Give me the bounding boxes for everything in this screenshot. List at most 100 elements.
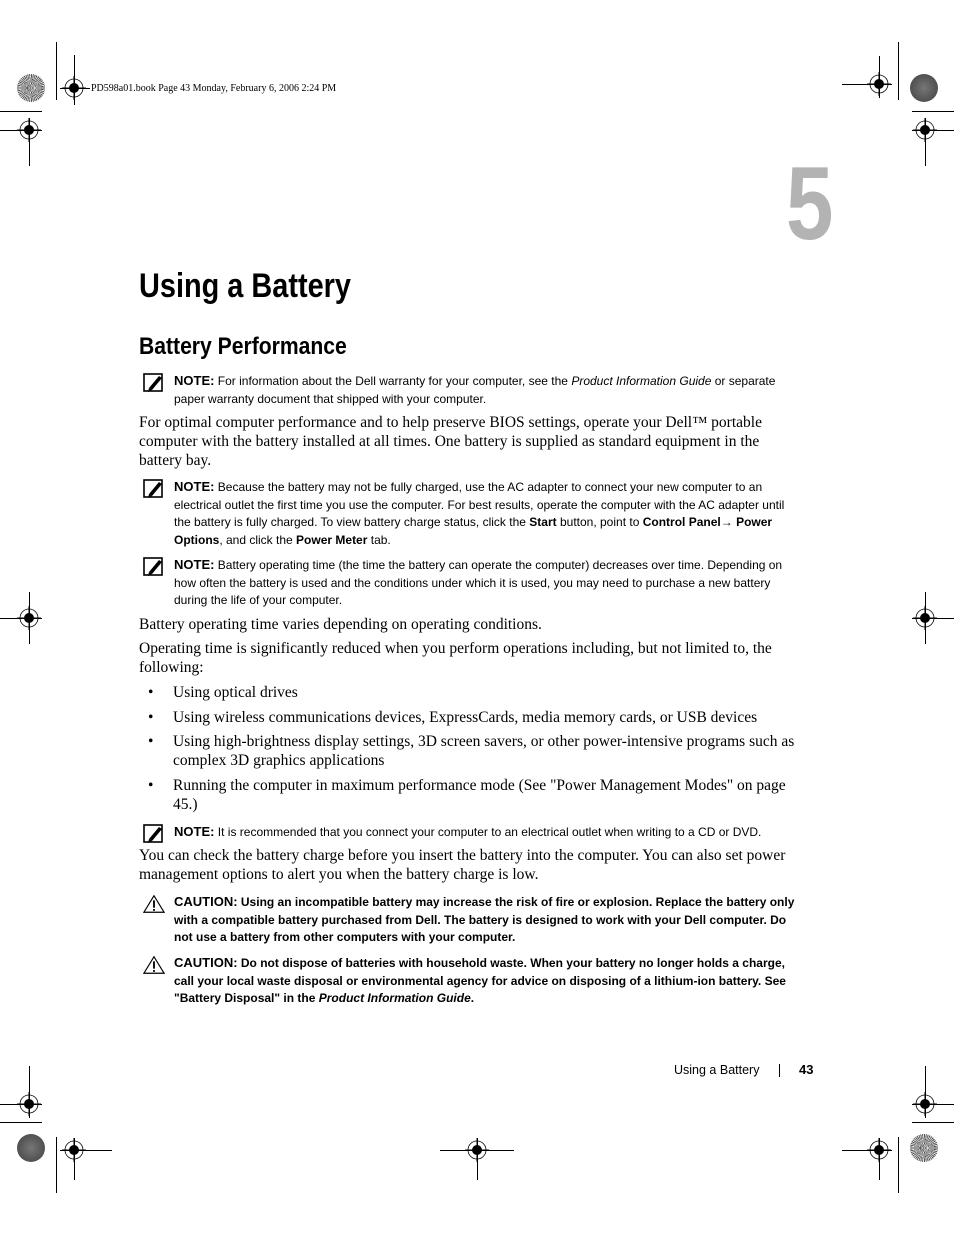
crop-mark: [74, 1138, 75, 1180]
crop-mark: [29, 1066, 30, 1118]
paragraph-varies: Battery operating time varies depending …: [139, 616, 542, 633]
pencil-note-icon: [143, 373, 163, 392]
color-wheel-mark-icon: [910, 1134, 938, 1162]
text-run: Control Panel: [642, 515, 721, 529]
text-run: , and click the: [219, 532, 297, 547]
note-body: NOTE: Battery operating time (the time t…: [174, 556, 799, 610]
crop-mark: [842, 84, 892, 85]
crop-mark: [912, 618, 954, 619]
text-run: For information about the Dell warranty …: [217, 374, 572, 388]
chapter-number: 5: [786, 146, 834, 262]
pencil-note-icon: [143, 824, 163, 843]
text-run: Using an incompatible battery may increa…: [174, 895, 795, 944]
note-warranty: NOTE: For information about the Dell war…: [139, 372, 799, 408]
crop-mark: [56, 42, 57, 100]
crop-mark: [0, 1104, 42, 1105]
note-body: NOTE: It is recommended that you connect…: [174, 823, 799, 842]
text-run: Product Information Guide: [318, 991, 471, 1005]
crop-mark: [29, 592, 30, 644]
crop-mark: [477, 1138, 478, 1180]
footer-running-title: Using a Battery: [674, 1063, 760, 1077]
note-label: NOTE:: [174, 479, 215, 494]
print-slug: PD598a01.book Page 43 Monday, February 6…: [91, 83, 337, 94]
crop-mark: [879, 1138, 880, 1180]
note-label: NOTE:: [174, 824, 215, 839]
list-item-text: Using high-brightness display settings, …: [173, 733, 795, 769]
text-run: Power Meter: [296, 532, 368, 547]
operations-list: • Using optical drives • Using wireless co…: [139, 683, 799, 819]
text-run: button, point to: [556, 515, 643, 529]
crop-mark: [0, 618, 42, 619]
warning-triangle-icon: [143, 955, 165, 974]
note-body: NOTE: Because the battery may not be ful…: [174, 478, 799, 549]
list-item: • Running the computer in maximum perform…: [139, 776, 799, 814]
note-text: It is recommended that you connect your …: [218, 825, 762, 839]
crop-mark: [29, 118, 30, 166]
caution-incompatible-battery: CAUTION: Using an incompatible battery m…: [139, 893, 799, 947]
crop-mark: [898, 1137, 899, 1193]
note-text: For information about the Dell warranty …: [174, 374, 775, 406]
crop-mark: [912, 1122, 954, 1123]
crop-mark: [842, 1150, 892, 1151]
crop-mark: [879, 56, 880, 98]
bullet-icon: •: [148, 708, 154, 726]
text-run: .: [470, 991, 475, 1005]
warning-triangle-icon: [143, 894, 165, 913]
text-run: It is recommended that you connect your …: [217, 825, 762, 839]
color-wheel-mark-icon: [910, 74, 938, 102]
list-item-text: Using wireless communications devices, E…: [173, 708, 758, 726]
list-item: • Using high-brightness display settings,…: [139, 732, 799, 770]
paragraph-reduced: Operating time is significantly reduced …: [139, 640, 772, 676]
note-label: NOTE:: [174, 557, 215, 572]
crop-mark: [912, 130, 954, 131]
caution-label: CAUTION:: [174, 894, 238, 909]
text-run: Do not dispose of batteries with househo…: [174, 956, 786, 1005]
note-label: NOTE:: [174, 373, 215, 388]
caution-body: CAUTION: Do not dispose of batteries wit…: [174, 954, 799, 1008]
crop-mark: [0, 130, 42, 131]
text-run: Battery operating time (the time the bat…: [174, 558, 783, 607]
bullet-icon: •: [148, 684, 154, 701]
bullet-icon: •: [148, 776, 154, 794]
paragraph-check: You can check the battery charge before …: [139, 847, 786, 883]
list-item-text: Running the computer in maximum performa…: [173, 776, 786, 813]
note-cd-dvd: NOTE: It is recommended that you connect…: [139, 823, 799, 843]
text-run: tab.: [367, 532, 391, 547]
note-body: NOTE: For information about the Dell war…: [174, 372, 799, 408]
crop-mark: [0, 111, 42, 112]
crop-mark: [60, 88, 90, 89]
caution-body: CAUTION: Using an incompatible battery m…: [174, 893, 799, 947]
note-text: Battery operating time (the time the bat…: [174, 558, 782, 607]
list-item: • Using optical drives: [139, 683, 799, 702]
caution-battery-disposal: CAUTION: Do not dispose of batteries wit…: [139, 954, 799, 1008]
list-item-text: Using optical drives: [173, 684, 298, 701]
bullet-icon: •: [148, 733, 154, 750]
paragraph-intro: For optimal computer performance and to …: [139, 414, 762, 469]
crop-mark: [898, 42, 899, 100]
text-run: Product Information Guide: [571, 374, 712, 388]
note-text: Because the battery may not be fully cha…: [174, 480, 784, 547]
crop-mark: [912, 1104, 954, 1105]
list-item: • Using wireless communications devices, …: [139, 708, 799, 727]
crop-mark: [925, 118, 926, 166]
note-charge-status: NOTE: Because the battery may not be ful…: [139, 478, 799, 549]
section-title: Battery Performance: [139, 333, 347, 360]
text-run: Start: [529, 515, 557, 529]
crop-mark: [74, 55, 75, 105]
caution-text: Using an incompatible battery may increa…: [174, 895, 794, 944]
crop-mark: [925, 1066, 926, 1118]
chapter-title: Using a Battery: [139, 267, 351, 305]
pencil-note-icon: [143, 479, 163, 498]
color-wheel-mark-icon: [17, 1134, 45, 1162]
crop-mark: [925, 592, 926, 644]
crop-mark: [60, 1150, 112, 1151]
note-operating-time: NOTE: Battery operating time (the time t…: [139, 556, 799, 610]
text-run: →: [720, 515, 737, 529]
footer-separator: [779, 1064, 780, 1077]
crop-mark: [0, 1122, 42, 1123]
color-wheel-mark-icon: [17, 74, 45, 102]
crop-mark: [56, 1137, 57, 1193]
page-number: 43: [799, 1062, 814, 1077]
crop-mark: [912, 111, 954, 112]
pencil-note-icon: [143, 557, 163, 576]
